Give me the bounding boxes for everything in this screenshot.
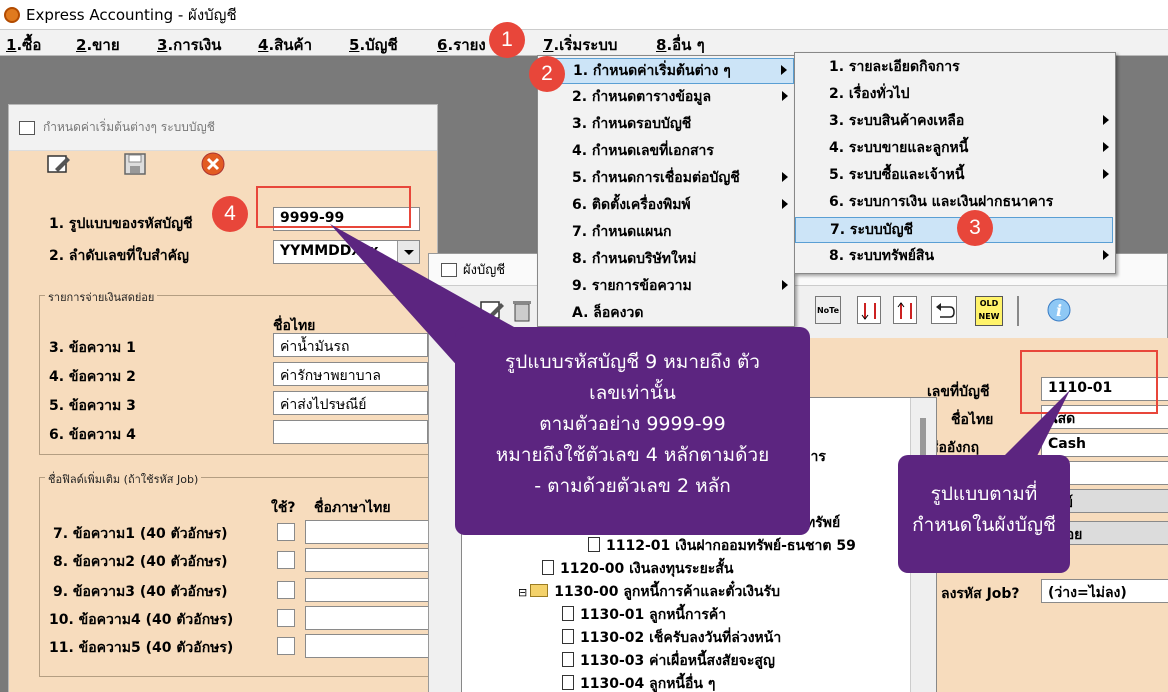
callout-chart-format: รูปแบบตามที่ กำหนดในผังบัญชี [898, 455, 1070, 573]
step-badge-2: 2 [529, 56, 565, 92]
step-badge-1: 1 [489, 22, 525, 58]
step-badge-3: 3 [957, 210, 993, 246]
step-badge-4: 4 [212, 196, 248, 232]
callout-account-format: รูปแบบรหัสบัญชี 9 หมายถึง ตัว เลขเท่านั้… [455, 327, 810, 535]
